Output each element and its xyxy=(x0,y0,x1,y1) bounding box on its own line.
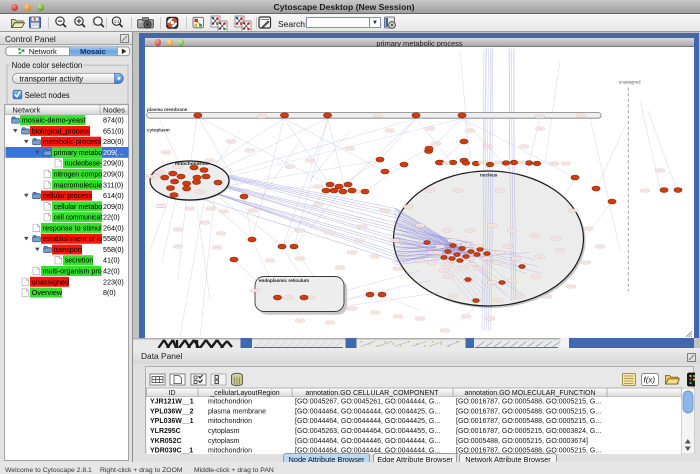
svg-text:mitochondrion: mitochondrion xyxy=(208,398,252,405)
svg-text:280(0): 280(0) xyxy=(103,137,124,146)
svg-text:cell communicat: cell communicat xyxy=(54,212,102,221)
svg-text:plasma membrane: plasma membrane xyxy=(208,408,266,415)
svg-text:YJR121W__1: YJR121W__1 xyxy=(150,398,194,405)
svg-text:558(0): 558(0) xyxy=(103,244,124,253)
svg-text:Node color selection: Node color selection xyxy=(12,61,83,70)
svg-text:[GO:0016787, GO:0005488, GO:00: [GO:0016787, GO:0005488, GO:0005215, G..… xyxy=(456,418,601,425)
svg-text:YLR295C: YLR295C xyxy=(150,428,181,435)
svg-text:[GO:0005488, GO:0005215, GO:00: [GO:0005488, GO:0005215, GO:0003674] xyxy=(456,437,588,444)
svg-text:transport: transport xyxy=(54,244,82,253)
svg-text:_cellularLayoutRegion: _cellularLayoutRegion xyxy=(209,390,279,397)
svg-text:[GO:0016787, GO:0005215, GO:00: [GO:0016787, GO:0005215, GO:0003824, G..… xyxy=(456,428,601,435)
svg-text:f(x): f(x) xyxy=(643,375,655,384)
svg-text:macromolecule: macromolecule xyxy=(54,180,103,189)
svg-text:Network: Network xyxy=(29,47,57,56)
svg-text:nucleus: nucleus xyxy=(480,173,498,178)
svg-text:YPL036W__2: YPL036W__2 xyxy=(150,408,194,415)
svg-text:264(0): 264(0) xyxy=(103,223,124,232)
svg-text:223(0): 223(0) xyxy=(103,277,124,286)
svg-text:primary metabo: primary metabo xyxy=(54,147,102,156)
svg-text:multi-organism pro: multi-organism pro xyxy=(43,266,102,275)
svg-text:22(0): 22(0) xyxy=(103,212,120,221)
svg-text:311(0): 311(0) xyxy=(103,180,123,189)
svg-text:[GO:0016787, GO:0005488, GO:00: [GO:0016787, GO:0005488, GO:0005215, G..… xyxy=(456,398,601,405)
svg-text:209(...: 209(... xyxy=(103,147,123,156)
svg-text:plasma membrane: plasma membrane xyxy=(147,107,188,112)
svg-text:614(0): 614(0) xyxy=(103,191,124,200)
svg-text:metabolic process: metabolic process xyxy=(43,137,102,146)
svg-text:mosaic-demo-yeast: mosaic-demo-yeast xyxy=(22,115,86,124)
svg-text:endoplasmic reticulum: endoplasmic reticulum xyxy=(259,278,309,283)
svg-text:unassigned: unassigned xyxy=(32,277,70,286)
svg-text:nitrogen compo: nitrogen compo xyxy=(54,169,102,178)
svg-text:209(0): 209(0) xyxy=(103,169,124,178)
svg-text:41(0): 41(0) xyxy=(103,255,120,264)
svg-text:Overview: Overview xyxy=(32,288,63,297)
svg-text:Select nodes: Select nodes xyxy=(25,90,70,99)
svg-text:cellular process: cellular process xyxy=(43,191,93,200)
svg-text:[GO:0016787, GO:0005488, GO:00: [GO:0016787, GO:0005488, GO:0005215, G..… xyxy=(456,408,601,415)
svg-text:ID: ID xyxy=(168,390,175,397)
svg-text:YPL036W__1: YPL036W__1 xyxy=(150,418,194,425)
svg-text:651(0): 651(0) xyxy=(103,126,124,135)
svg-text:[GO:0044464, GO:0044444, GO:00: [GO:0044464, GO:0044444, GO:0044425, G..… xyxy=(295,418,440,425)
svg-text:209(0): 209(0) xyxy=(103,158,124,167)
svg-text:cytoplasm: cytoplasm xyxy=(147,128,170,133)
svg-text:YDR039C__1: YDR039C__1 xyxy=(150,447,193,453)
svg-text:transporter activity: transporter activity xyxy=(20,74,84,83)
svg-text:cytoplasm: cytoplasm xyxy=(208,437,240,444)
svg-text:mitochondrion: mitochondrion xyxy=(208,418,252,425)
svg-text:[GO:0044464, GO:0044444, GO:00: [GO:0044464, GO:0044444, GO:0044425, G..… xyxy=(295,408,440,415)
svg-text:209(0): 209(0) xyxy=(103,201,124,210)
svg-text:42(0): 42(0) xyxy=(103,266,120,275)
svg-text:mitochondrion: mitochondrion xyxy=(208,447,252,453)
svg-text:secretion: secretion xyxy=(65,255,94,264)
svg-text:8(0): 8(0) xyxy=(103,288,116,297)
svg-text:annotation.GO CELLULAR_COMPONE: annotation.GO CELLULAR_COMPONENT xyxy=(305,390,439,397)
svg-text:unassigned: unassigned xyxy=(619,80,641,85)
svg-text:annotation.GO MOLECULAR_FUNCTI: annotation.GO MOLECULAR_FUNCTION xyxy=(464,390,595,397)
svg-text:558(0): 558(0) xyxy=(103,234,124,243)
svg-text:cellular metabo: cellular metabo xyxy=(54,201,102,210)
svg-text:Network: Network xyxy=(12,105,40,114)
svg-text:[GO:0044464, GO:0044446, GO:00: [GO:0044464, GO:0044446, GO:0044444, G..… xyxy=(295,437,440,444)
svg-text:[GO:0045267, GO:0045261, GO:00: [GO:0045267, GO:0045261, GO:0044444, G..… xyxy=(295,398,440,405)
svg-text:874(0): 874(0) xyxy=(103,115,124,124)
svg-text:nucleobase-: nucleobase- xyxy=(65,158,103,167)
svg-text:Mosaic: Mosaic xyxy=(80,47,106,56)
svg-text:response to stimul: response to stimul xyxy=(43,223,102,232)
svg-text:1:1: 1:1 xyxy=(114,19,121,24)
svg-text:Nodes: Nodes xyxy=(103,105,125,114)
svg-text:establishment of lo: establishment of lo xyxy=(43,234,102,243)
svg-text:[GO:0045263, GO:0044464, GO:00: [GO:0045263, GO:0044464, GO:0044455, G..… xyxy=(295,428,440,435)
svg-text:biological_process: biological_process xyxy=(32,126,91,135)
svg-text:YKR052C: YKR052C xyxy=(150,437,182,444)
svg-text:cytoplasm: cytoplasm xyxy=(208,428,240,435)
